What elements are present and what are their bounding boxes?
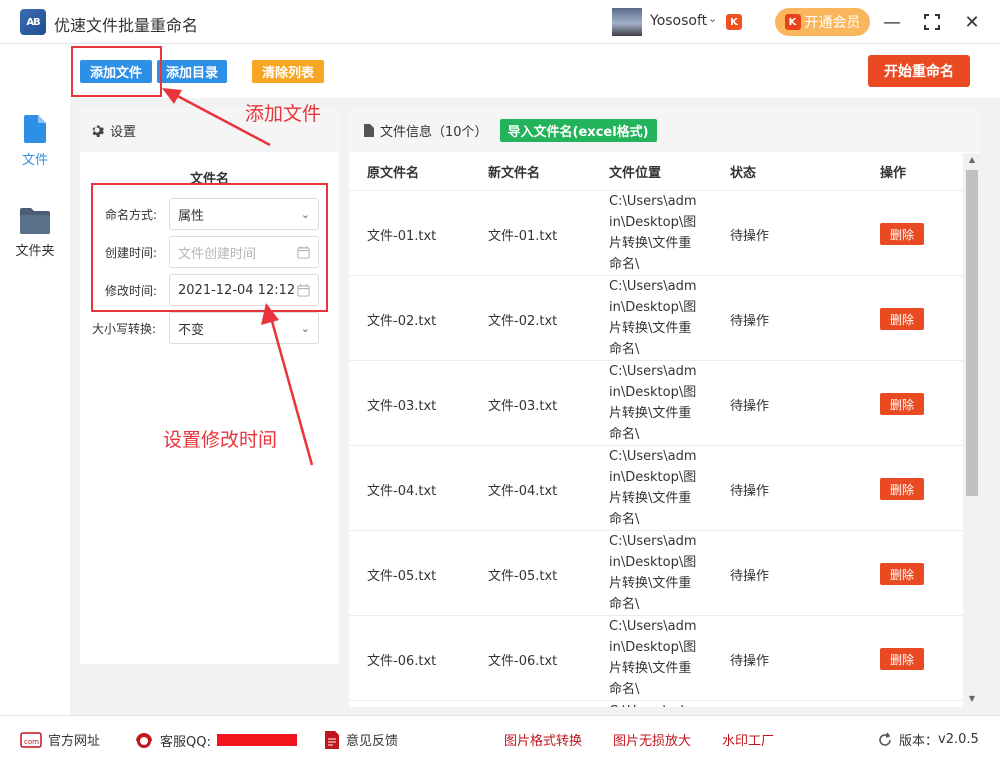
annotation-arrows [162, 88, 314, 466]
